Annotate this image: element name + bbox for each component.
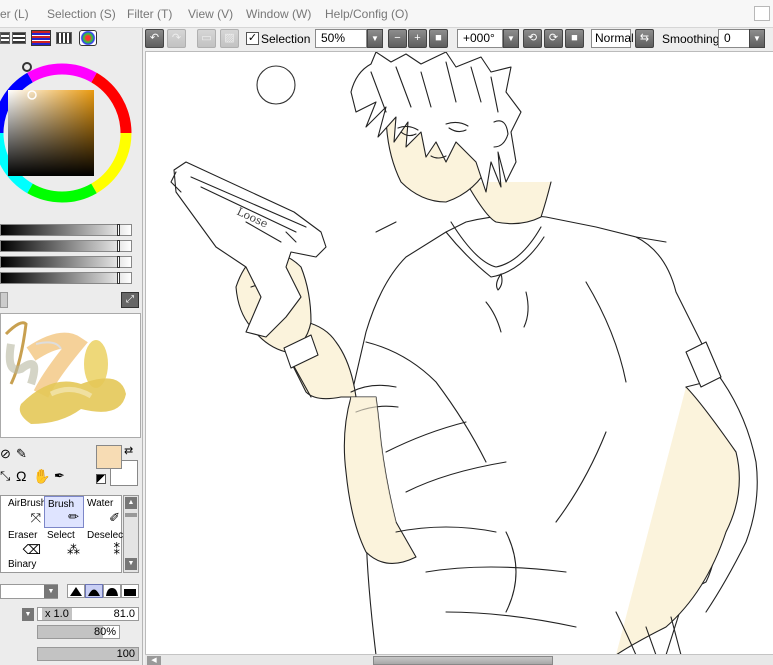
artwork-lineart: Loose bbox=[170, 52, 758, 654]
select-brush-icon: ⁂ bbox=[67, 542, 80, 557]
hue-slider[interactable] bbox=[0, 224, 132, 236]
smoothing-select[interactable]: 0 bbox=[718, 29, 750, 48]
zoom-in-icon[interactable]: + bbox=[408, 29, 427, 48]
reset-colors-icon[interactable] bbox=[96, 474, 106, 484]
brush-mode-dropdown-icon[interactable]: ▼ bbox=[44, 585, 58, 598]
color-mode-wheel-icon[interactable] bbox=[79, 30, 97, 46]
blend-mode-select[interactable]: Normal bbox=[591, 29, 634, 48]
alpha-slider[interactable] bbox=[0, 272, 132, 284]
value-slider[interactable] bbox=[0, 256, 132, 268]
brush-shape-soft-icon[interactable] bbox=[103, 584, 121, 598]
menu-filter[interactable]: Filter (T) bbox=[127, 7, 172, 21]
rotate-left-icon[interactable]: ⟲ bbox=[523, 29, 542, 48]
scratchpad-expand-icon[interactable]: ⤢ bbox=[121, 292, 139, 308]
lasso-tool-icon[interactable]: Ω bbox=[16, 468, 32, 484]
size-value: 81.0 bbox=[113, 608, 135, 620]
scroll-up-icon[interactable]: ▲ bbox=[125, 497, 137, 509]
airbrush-label: AirBrush bbox=[8, 498, 47, 509]
scroll-thumb[interactable] bbox=[125, 513, 137, 517]
tool-brush[interactable]: Brush ✏ bbox=[44, 496, 84, 528]
swap-colors-icon[interactable]: ⇄ bbox=[124, 444, 133, 457]
window-restore-button[interactable] bbox=[754, 6, 770, 21]
color-wheel[interactable] bbox=[0, 50, 140, 220]
scroll-down-icon[interactable]: ▼ bbox=[125, 558, 137, 570]
undo-icon[interactable]: ↶ bbox=[145, 29, 164, 48]
water-label: Water bbox=[87, 498, 114, 509]
tool-select[interactable]: Select ⁂ bbox=[44, 528, 84, 560]
binary-label: Binary bbox=[8, 559, 37, 570]
canvas-toolbar: ↶ ↷ ▭ ▨ ✓ Selection 50% ▼ − + ■ +000° ▼ … bbox=[143, 28, 773, 51]
rotate-tool-icon[interactable]: ⊘ bbox=[0, 446, 12, 462]
tool-water[interactable]: Water ✐ bbox=[84, 496, 124, 528]
brush-icon: ✏ bbox=[68, 509, 79, 524]
rotation-dropdown-icon[interactable]: ▼ bbox=[503, 29, 519, 48]
brush-opacity-slider[interactable]: 100 bbox=[37, 647, 139, 661]
density-value: 80% bbox=[93, 626, 116, 638]
tool-panel: ⤢ ⊘ ✎ ⤡ Ω ✋ ✒ ⇄ AirBrush ⤧ Brush ✏ Water… bbox=[0, 28, 143, 665]
select-label: Select bbox=[47, 530, 75, 541]
selection-checkbox[interactable]: ✓ bbox=[246, 32, 259, 45]
menu-layer[interactable]: er (L) bbox=[0, 7, 29, 21]
horizontal-scroll-thumb[interactable] bbox=[373, 656, 553, 665]
drawing-canvas[interactable]: Loose bbox=[145, 51, 773, 654]
primary-color-swatch[interactable] bbox=[96, 445, 122, 469]
rotation-select[interactable]: +000° bbox=[457, 29, 503, 48]
opacity-value: 100 bbox=[116, 648, 135, 660]
color-mode-rgb-icon[interactable] bbox=[12, 32, 26, 44]
rotate-right-icon[interactable]: ⟳ bbox=[544, 29, 563, 48]
smoothing-dropdown-icon[interactable]: ▼ bbox=[749, 29, 765, 48]
zoom-tool-icon[interactable]: ⤡ bbox=[0, 468, 12, 484]
zoom-dropdown-icon[interactable]: ▼ bbox=[367, 29, 383, 48]
scratchpad-canvas[interactable] bbox=[0, 313, 141, 438]
deselect-brush-icon: ⁑ bbox=[113, 542, 121, 557]
eyedropper-pen-icon[interactable]: ✎ bbox=[16, 446, 34, 462]
tool-binary[interactable]: Binary bbox=[5, 558, 45, 572]
zoom-out-icon[interactable]: − bbox=[388, 29, 407, 48]
size-multiplier[interactable]: x 1.0 bbox=[42, 608, 72, 620]
size-dropdown-icon[interactable]: ▼ bbox=[22, 608, 34, 621]
eraser-label: Eraser bbox=[8, 530, 38, 541]
brush-shape-sharp-icon[interactable] bbox=[67, 584, 85, 598]
canvas-horizontal-scrollbar[interactable]: ◀ bbox=[145, 654, 773, 665]
smoothing-label: Smoothing bbox=[662, 32, 720, 46]
tool-grid-scrollbar[interactable]: ▲ ▼ bbox=[123, 495, 139, 573]
menu-selection[interactable]: Selection (S) bbox=[47, 7, 116, 21]
saturation-slider[interactable] bbox=[0, 240, 132, 252]
color-mode-slider-icon[interactable] bbox=[0, 32, 10, 44]
color-mode-hsv-icon[interactable] bbox=[31, 30, 51, 46]
deselect-all-icon[interactable]: ▭ bbox=[197, 29, 216, 48]
eyedropper-icon[interactable]: ✒ bbox=[54, 468, 70, 484]
scroll-left-icon[interactable]: ◀ bbox=[147, 656, 161, 665]
brush-tool-grid: AirBrush ⤧ Brush ✏ Water ✐ Eraser ⌫ Sele… bbox=[0, 495, 126, 573]
water-brush-icon: ✐ bbox=[109, 510, 120, 525]
tool-eraser[interactable]: Eraser ⌫ bbox=[5, 528, 45, 560]
scratchpad-left-button[interactable] bbox=[0, 292, 8, 308]
menu-view[interactable]: View (V) bbox=[188, 7, 233, 21]
menu-window[interactable]: Window (W) bbox=[246, 7, 311, 21]
zoom-select[interactable]: 50% bbox=[315, 29, 367, 48]
rotate-reset-icon[interactable]: ■ bbox=[565, 29, 584, 48]
tool-deselect[interactable]: Deselect ⁑ bbox=[84, 528, 126, 560]
tool-airbrush[interactable]: AirBrush ⤧ bbox=[5, 496, 47, 528]
brush-density-slider[interactable]: 80% bbox=[37, 625, 120, 639]
brush-shape-flat-icon[interactable] bbox=[121, 584, 139, 598]
invert-selection-icon[interactable]: ▨ bbox=[220, 29, 239, 48]
brush-size-field[interactable]: x 1.0 81.0 bbox=[37, 607, 139, 621]
eraser-icon: ⌫ bbox=[22, 542, 41, 557]
hand-tool-icon[interactable]: ✋ bbox=[33, 468, 50, 484]
zoom-reset-icon[interactable]: ■ bbox=[429, 29, 448, 48]
brush-shape-round-icon[interactable] bbox=[85, 584, 103, 598]
menu-help-config[interactable]: Help/Config (O) bbox=[325, 7, 408, 21]
selection-label: Selection bbox=[261, 32, 311, 46]
airbrush-icon: ⤧ bbox=[30, 510, 41, 525]
redo-icon[interactable]: ↷ bbox=[167, 29, 186, 48]
deselect-label: Deselect bbox=[87, 530, 126, 541]
color-mode-swatch-icon[interactable] bbox=[56, 32, 72, 44]
menu-bar: er (L) Selection (S) Filter (T) View (V)… bbox=[0, 0, 773, 28]
flip-icon[interactable]: ⇆ bbox=[635, 29, 654, 48]
